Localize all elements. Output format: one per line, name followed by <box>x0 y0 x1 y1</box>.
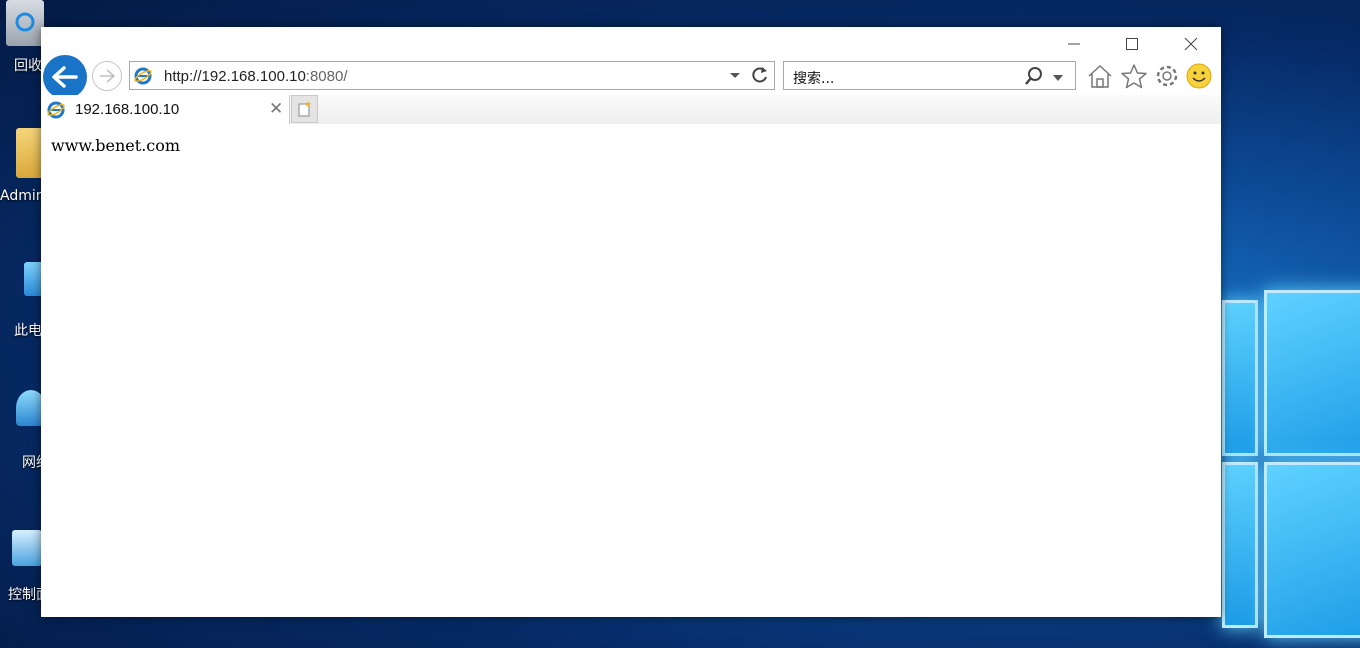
navigation-bar: http://192.168.100.10:8080/ 搜索... <box>41 55 1221 99</box>
desktop-icon-this-pc[interactable]: 此电 <box>0 258 48 339</box>
smiley-icon <box>1186 63 1212 89</box>
home-icon <box>1088 64 1112 88</box>
ie-page-icon <box>134 67 152 90</box>
control-panel-icon <box>12 530 42 566</box>
url-port: :8080/ <box>305 68 348 85</box>
desktop-icon-label: 此电 <box>14 323 42 339</box>
refresh-icon[interactable] <box>750 65 770 90</box>
desktop-icon-admin[interactable]: Admin <box>0 128 45 204</box>
search-box[interactable]: 搜索... <box>783 61 1076 90</box>
forward-arrow-icon <box>100 69 116 83</box>
home-button[interactable] <box>1085 61 1115 91</box>
title-bar[interactable] <box>41 27 1221 57</box>
recycle-bin-icon <box>6 0 44 46</box>
star-icon <box>1121 64 1147 89</box>
maximize-button[interactable] <box>1112 31 1152 57</box>
search-dropdown-icon[interactable] <box>1052 70 1064 88</box>
address-url[interactable]: http://192.168.100.10:8080/ <box>164 68 348 85</box>
close-button[interactable] <box>1171 31 1211 57</box>
minimize-button[interactable] <box>1054 31 1094 57</box>
user-folder-icon <box>16 128 44 178</box>
tab-active[interactable]: 192.168.100.10 ✕ <box>41 95 290 124</box>
search-icon[interactable] <box>1024 66 1044 91</box>
favorites-button[interactable] <box>1119 61 1149 91</box>
desktop-icon-label: 回收 <box>14 58 42 74</box>
new-tab-icon <box>298 101 311 117</box>
desktop-icon-label: Admin <box>0 188 45 204</box>
desktop-icon-control-panel[interactable]: 控制面 <box>0 530 50 603</box>
minimize-icon <box>1068 43 1080 45</box>
maximize-icon <box>1126 38 1138 50</box>
page-content: www.benet.com <box>41 124 1221 617</box>
tab-close-icon[interactable]: ✕ <box>269 99 283 119</box>
browser-window: http://192.168.100.10:8080/ 搜索... 192.16… <box>41 27 1221 617</box>
windows-logo-wallpaper <box>1222 280 1360 640</box>
tab-bar: 192.168.100.10 ✕ <box>41 95 1221 124</box>
url-host: http://192.168.100.10 <box>164 68 306 85</box>
forward-button[interactable] <box>92 61 122 91</box>
settings-button[interactable] <box>1152 61 1182 91</box>
feedback-button[interactable] <box>1184 61 1214 91</box>
tab-title: 192.168.100.10 <box>75 101 180 118</box>
desktop-icon-network[interactable]: 网络 <box>0 390 50 471</box>
search-placeholder: 搜索... <box>793 71 835 87</box>
close-icon <box>1184 37 1198 51</box>
back-arrow-icon <box>52 66 78 88</box>
gear-icon <box>1156 65 1178 87</box>
desktop-icon-recycle-bin[interactable]: 回收 <box>0 0 44 74</box>
ie-page-icon <box>47 101 65 124</box>
address-dropdown-icon[interactable] <box>728 67 742 88</box>
address-bar[interactable]: http://192.168.100.10:8080/ <box>129 61 775 90</box>
back-button[interactable] <box>43 55 87 99</box>
page-text: www.benet.com <box>51 136 181 155</box>
new-tab-button[interactable] <box>291 95 318 123</box>
